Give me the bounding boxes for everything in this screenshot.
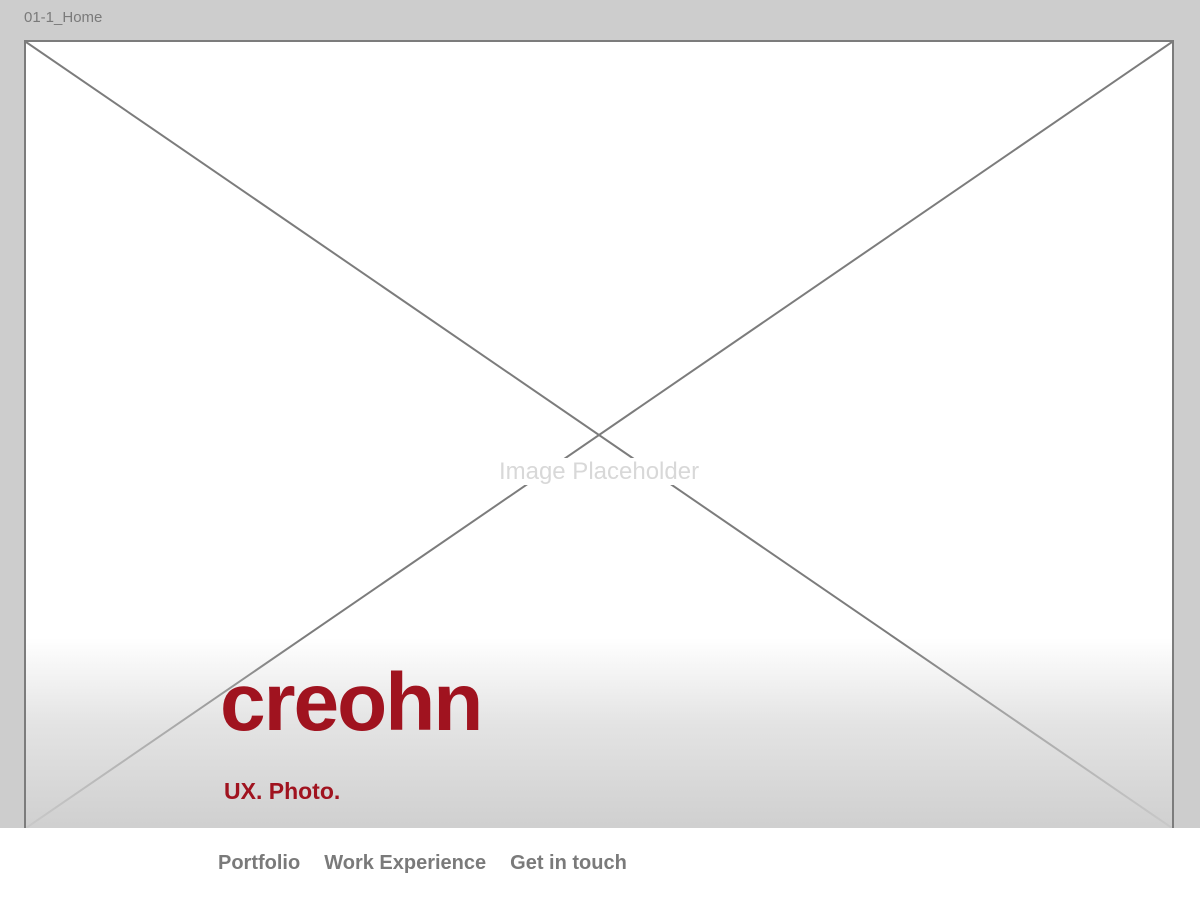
image-placeholder-icon — [26, 42, 1172, 828]
hero-image-placeholder: Image Placeholder creohn UX. Photo. — [24, 40, 1174, 828]
artboard-label: 01-1_Home — [24, 9, 103, 26]
placeholder-caption: Image Placeholder — [26, 458, 1172, 486]
nav-link-work-experience[interactable]: Work Experience — [324, 852, 486, 875]
nav-link-portfolio[interactable]: Portfolio — [218, 852, 300, 875]
placeholder-caption-text: Image Placeholder — [494, 458, 704, 485]
brand-logo-text: creohn — [220, 657, 483, 748]
nav-list: Portfolio Work Experience Get in touch — [218, 852, 627, 875]
nav-link-get-in-touch[interactable]: Get in touch — [510, 852, 627, 875]
brand-tagline: UX. Photo. — [224, 778, 341, 804]
main-navigation: Portfolio Work Experience Get in touch — [0, 828, 1200, 900]
